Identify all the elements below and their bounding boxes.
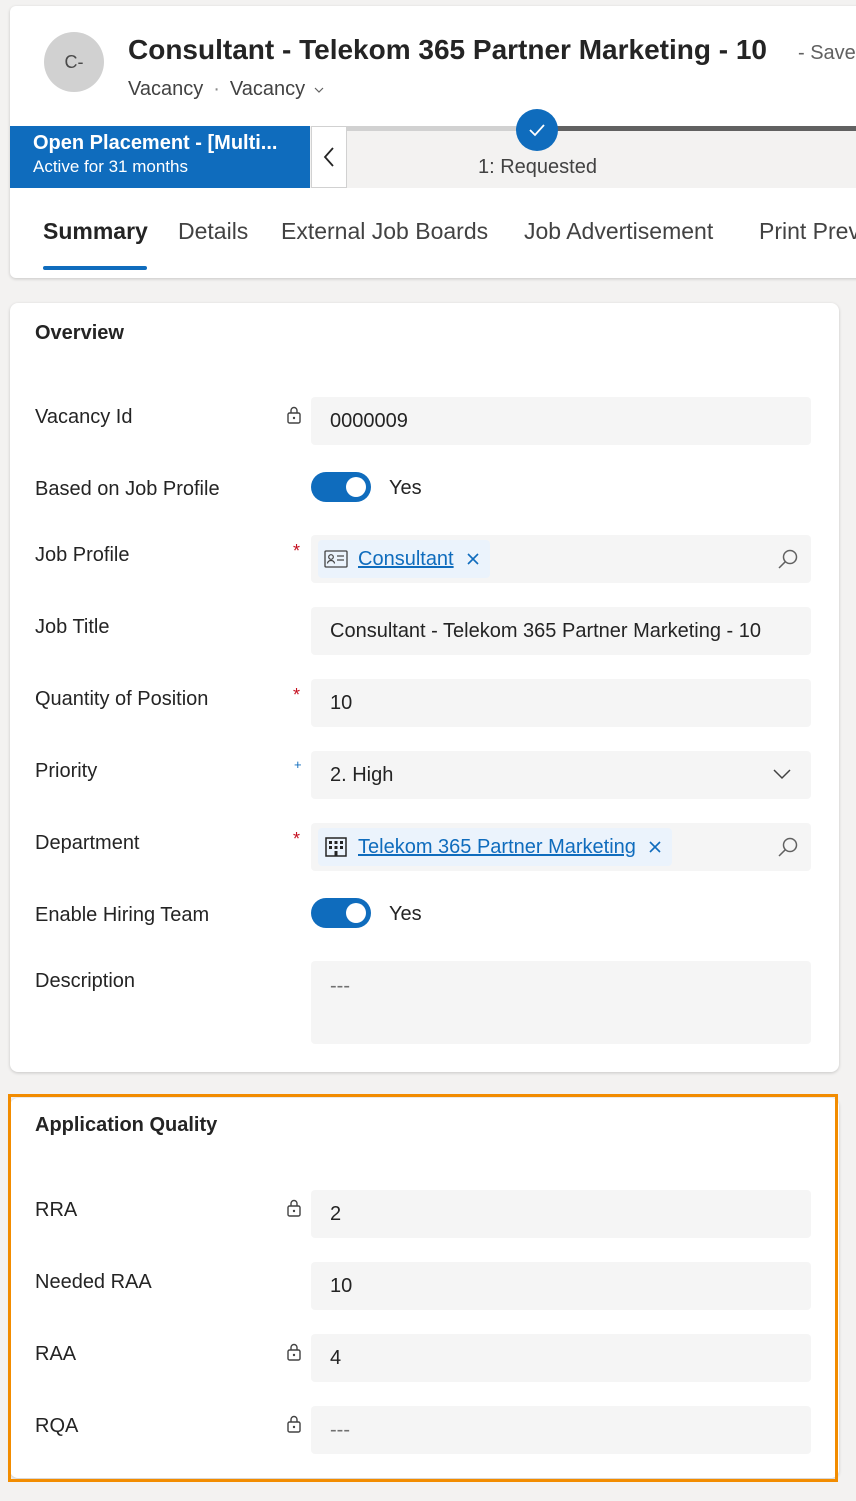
field-label: Needed RAA [35,1271,152,1293]
entity-type: Vacancy [128,78,204,100]
job-title-row: Job Title Consultant - Telekom 365 Partn… [10,607,839,655]
field-label: Job Profile [35,544,130,566]
required-marker: * [293,541,301,561]
chevron-down-icon [773,769,791,780]
avatar: C- [44,32,104,92]
raa-row: RAA 4 [10,1334,839,1382]
enable-hiring-team-row: Enable Hiring Team Yes [10,895,839,943]
record-title: Consultant - Telekom 365 Partner Marketi… [128,34,767,65]
rra-row: RRA 2 [10,1190,839,1238]
business-process-flow: Open Placement - [Multi... Active for 31… [10,109,856,188]
field-label: Description [35,970,136,992]
department-link[interactable]: Telekom 365 Partner Marketing [358,836,636,859]
overview-section: Overview Vacancy Id 0000009 Based on Job… [10,303,839,1072]
lock-icon [287,1343,301,1361]
entity-line: Vacancy · Vacancy [128,78,325,101]
remove-icon[interactable] [648,840,662,854]
field-label: Quantity of Position [35,688,209,710]
building-icon [325,837,347,857]
field-label: Job Title [35,616,110,638]
search-icon[interactable] [777,548,799,570]
stage-flyout-button[interactable]: Open Placement - [Multi... Active for 31… [10,126,310,188]
required-marker: * [293,829,301,849]
priority-select[interactable]: 2. High [311,751,811,799]
field-label: Enable Hiring Team [35,904,210,926]
toggle-value: Yes [389,477,422,499]
lock-icon [287,1199,301,1217]
based-on-job-profile-row: Based on Job Profile Yes [10,469,839,517]
tab-job-advertisement[interactable]: Job Advertisement [524,218,713,245]
quantity-row: Quantity of Position * 10 [10,679,839,727]
form-name: Vacancy [229,78,306,100]
department-row: Department * Telekom 365 Partner Marketi… [10,823,839,871]
field-label: RQA [35,1415,79,1437]
tab-summary[interactable]: Summary [43,218,148,245]
stage-requested-button[interactable] [516,109,558,151]
separator-dot: · [213,78,220,100]
priority-row: Priority + 2. High [10,751,839,799]
tab-print-preview[interactable]: Print Preview [759,218,856,245]
field-label: Department [35,832,140,854]
tab-details[interactable]: Details [178,218,248,245]
field-label: Based on Job Profile [35,478,220,500]
job-profile-lookup[interactable]: Consultant [311,535,811,583]
lookup-tag: Consultant [318,540,490,578]
progress-line-completed [347,126,537,131]
field-label: Vacancy Id [35,406,133,428]
chevron-left-icon [323,147,334,167]
description-field[interactable]: --- [311,961,811,1044]
field-label: RRA [35,1199,78,1221]
description-row: Description --- [10,961,839,1044]
job-profile-row: Job Profile * Consultant [10,535,839,583]
required-marker: * [293,685,301,705]
lookup-tag: Telekom 365 Partner Marketing [318,828,672,866]
process-duration: Active for 31 months [33,157,188,176]
collapse-process-button[interactable] [311,126,347,188]
priority-value: 2. High [330,763,394,786]
section-title: Overview [35,322,124,344]
field-label: RAA [35,1343,77,1365]
quantity-field[interactable]: 10 [311,679,811,727]
needed-raa-field[interactable]: 10 [311,1262,811,1310]
progress-line-active [537,126,856,131]
department-lookup[interactable]: Telekom 365 Partner Marketing [311,823,811,871]
tab-external-job-boards[interactable]: External Job Boards [281,218,488,245]
form-selector[interactable]: Vacancy [230,78,325,101]
raa-field[interactable]: 4 [311,1334,811,1382]
section-title: Application Quality [35,1114,218,1136]
record-header: C- Consultant - Telekom 365 Partner Mark… [10,6,856,278]
save-status: - Saved [798,42,856,64]
contact-card-icon [324,550,348,568]
job-profile-link[interactable]: Consultant [358,548,454,571]
needed-raa-row: Needed RAA 10 [10,1262,839,1310]
form-tabs: Summary Details External Job Boards Job … [10,196,856,278]
stage-requested-label[interactable]: 1: Requested [478,156,597,179]
lock-icon [287,406,301,424]
search-icon[interactable] [777,836,799,858]
toggle-value: Yes [389,903,422,925]
chevron-down-icon [314,87,324,93]
enable-hiring-team-toggle[interactable] [311,898,371,928]
vacancy-id-field[interactable]: 0000009 [311,397,811,445]
rqa-row: RQA --- [10,1406,839,1454]
based-on-job-profile-toggle[interactable] [311,472,371,502]
vacancy-id-row: Vacancy Id 0000009 [10,397,839,445]
rra-field[interactable]: 2 [311,1190,811,1238]
checkmark-icon [529,124,545,137]
recommended-marker: + [294,757,302,772]
active-tab-indicator [43,266,147,270]
field-label: Priority [35,760,98,782]
job-title-field[interactable]: Consultant - Telekom 365 Partner Marketi… [311,607,811,655]
application-quality-section: Application Quality RRA 2 Needed RAA 10 … [10,1098,839,1478]
process-name: Open Placement - [Multi... [33,132,278,154]
rqa-field[interactable]: --- [311,1406,811,1454]
remove-icon[interactable] [466,552,480,566]
lock-icon [287,1415,301,1433]
